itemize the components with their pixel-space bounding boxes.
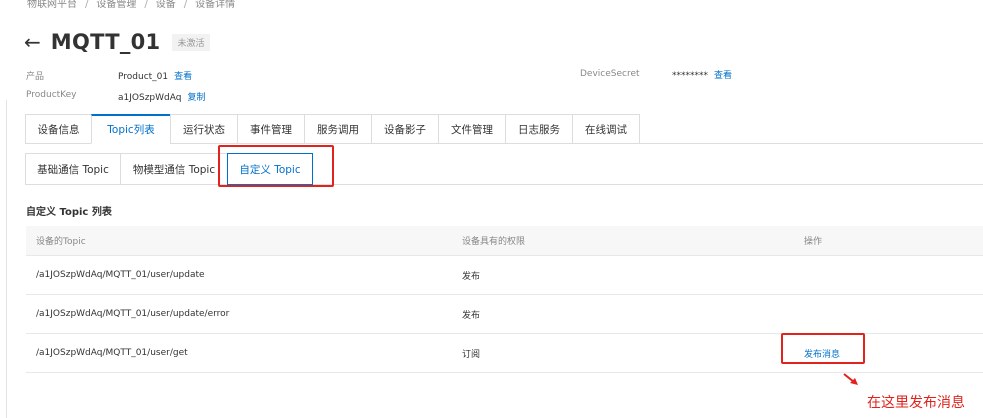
table-row: /a1JOSzpWdAq/MQTT_01/user/update/error 发… <box>26 295 983 334</box>
meta-product-label: 产品 <box>26 69 44 82</box>
product-value: Product_01 <box>118 72 169 82</box>
annotation-arrow-icon <box>843 373 858 385</box>
devicesecret-label: DeviceSecret <box>580 69 640 79</box>
meta-productkey-label: ProductKey <box>26 90 77 100</box>
meta-secret-label: DeviceSecret <box>580 69 640 79</box>
topic-cell: /a1JOSzpWdAq/MQTT_01/user/get <box>36 348 188 358</box>
main-tabs: 设备信息 Topic列表 运行状态 事件管理 服务调用 设备影子 文件管理 日志… <box>25 114 640 144</box>
header-action: 操作 <box>804 237 823 247</box>
devicesecret-value: ******** <box>672 71 708 81</box>
section-title: 自定义 Topic 列表 <box>26 207 112 218</box>
back-arrow-icon[interactable]: ← <box>24 32 41 52</box>
topic-cell: /a1JOSzpWdAq/MQTT_01/user/update <box>36 270 205 280</box>
breadcrumb-item-device-detail: 设备详情 <box>195 0 236 10</box>
subtab-thing-model-topic[interactable]: 物模型通信 Topic <box>120 153 228 185</box>
breadcrumb-separator: / <box>144 0 148 10</box>
permission-cell: 发布 <box>462 271 481 282</box>
highlight-box-publish <box>781 333 865 364</box>
table-header: 设备的Topic 设备具有的权限 操作 <box>26 226 983 256</box>
breadcrumb-separator: / <box>85 0 89 10</box>
tab-file-management[interactable]: 文件管理 <box>438 114 506 144</box>
tab-device-info[interactable]: 设备信息 <box>25 114 92 144</box>
title-row: ← MQTT_01 未激活 <box>24 28 210 56</box>
subtab-basic-topic[interactable]: 基础通信 Topic <box>25 153 121 185</box>
productkey-value: a1JOSzpWdAq <box>118 93 182 103</box>
tab-online-debug[interactable]: 在线调试 <box>572 114 640 144</box>
header-topic: 设备的Topic <box>36 237 86 247</box>
productkey-copy-link[interactable]: 复制 <box>187 93 205 103</box>
tab-log-service[interactable]: 日志服务 <box>505 114 573 144</box>
table-row: /a1JOSzpWdAq/MQTT_01/user/update 发布 <box>26 256 983 295</box>
topic-subtabs: 基础通信 Topic 物模型通信 Topic 自定义 Topic <box>25 153 313 185</box>
page-title: MQTT_01 <box>50 30 161 54</box>
product-label: 产品 <box>26 72 45 82</box>
meta-product-value: Product_01 查看 <box>118 69 192 82</box>
tab-run-status[interactable]: 运行状态 <box>170 114 238 144</box>
devicesecret-view-link[interactable]: 查看 <box>714 71 732 81</box>
tab-device-shadow[interactable]: 设备影子 <box>371 114 439 144</box>
breadcrumb-item-device-management[interactable]: 设备管理 <box>96 0 136 10</box>
header-permission: 设备具有的权限 <box>462 237 526 247</box>
tab-service-call[interactable]: 服务调用 <box>304 114 372 144</box>
meta-productkey-value: a1JOSzpWdAq 复制 <box>118 90 205 103</box>
tab-topic-list[interactable]: Topic列表 <box>91 114 171 144</box>
annotation-text: 在这里发布消息 <box>867 395 965 411</box>
permission-cell: 发布 <box>462 310 481 321</box>
permission-cell: 订阅 <box>462 349 481 360</box>
topic-cell: /a1JOSzpWdAq/MQTT_01/user/update/error <box>36 309 230 319</box>
subtab-custom-topic[interactable]: 自定义 Topic <box>227 153 313 185</box>
breadcrumb-item-devices[interactable]: 设备 <box>156 0 176 10</box>
breadcrumb-separator: / <box>183 0 188 10</box>
breadcrumb: 物联网平台 / 设备管理 / 设备 / 设备详情 <box>27 0 235 10</box>
meta-secret-value: ******** 查看 <box>672 68 732 81</box>
status-badge: 未激活 <box>172 33 210 51</box>
left-divider <box>6 100 7 418</box>
productkey-label: ProductKey <box>26 90 77 100</box>
product-view-link[interactable]: 查看 <box>174 72 192 82</box>
breadcrumb-item-platform[interactable]: 物联网平台 <box>27 0 77 10</box>
tab-event-management[interactable]: 事件管理 <box>237 114 305 144</box>
